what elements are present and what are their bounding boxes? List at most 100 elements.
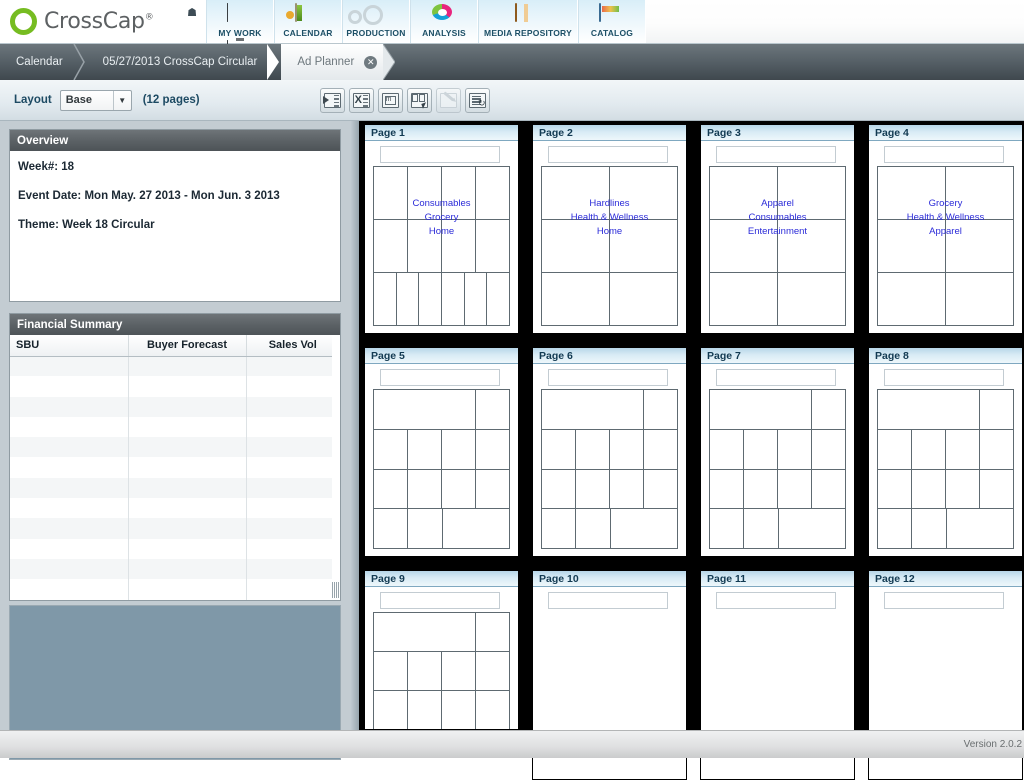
column-header-buyer-forecast[interactable]: Buyer Forecast [128,335,246,356]
page-layout-canvas[interactable] [373,166,510,326]
page-title-input[interactable] [548,369,668,386]
table-row[interactable] [10,498,340,518]
page-layout-cell[interactable] [408,220,442,272]
page-layout-cell[interactable] [610,167,677,219]
table-row[interactable] [10,356,340,376]
page-layout-cell[interactable] [419,273,442,325]
page-layout-cell[interactable] [476,220,509,272]
column-header-sbu[interactable]: SBU [10,335,128,356]
page-layout-cell[interactable] [476,470,509,509]
page-layout-cell[interactable] [442,430,476,469]
page-thumbnail[interactable]: Page 9 [364,570,519,730]
page-layout-cell[interactable] [946,220,1013,272]
column-header-sales-vol[interactable]: Sales Vol [246,335,340,356]
page-title-input[interactable] [548,146,668,163]
page-layout-cell[interactable] [946,470,980,509]
page-layout-cell[interactable] [878,509,912,548]
page-layout-cell[interactable] [476,430,509,469]
nav-item-catalog[interactable]: CATALOG [578,0,646,43]
table-row[interactable] [10,539,340,559]
page-layout-cell[interactable] [374,430,408,469]
page-title-input[interactable] [380,369,500,386]
page-thumbnail[interactable]: Page 1ConsumablesGroceryHome [364,124,519,334]
page-title-input[interactable] [716,369,836,386]
page-layout-cell[interactable] [744,470,778,509]
page-thumbnail[interactable]: Page 2HardlinesHealth & WellnessHome [532,124,687,334]
page-layout-cell[interactable] [542,220,610,272]
page-layout-cell[interactable] [878,167,946,219]
page-layout-cell[interactable] [878,470,912,509]
page-layout-cell[interactable] [542,167,610,219]
page-layout-cell[interactable] [812,390,846,429]
refresh-report-button[interactable]: ↻ [465,88,490,113]
table-row[interactable] [10,457,340,477]
page-title-input[interactable] [716,146,836,163]
page-layout-cell[interactable] [644,470,677,509]
page-layout-cell[interactable] [778,220,845,272]
close-icon[interactable]: ✕ [364,56,377,69]
nav-item-production[interactable]: PRODUCTION [342,0,410,43]
nav-item-calendar[interactable]: CALENDAR [274,0,342,43]
nav-item-analysis[interactable]: ANALYSIS [410,0,478,43]
layout-select[interactable]: Base ▼ [60,90,132,111]
page-layout-canvas[interactable] [541,166,678,326]
page-layout-canvas[interactable] [877,389,1014,549]
page-layout-cell[interactable] [946,273,1013,325]
page-layout-cell[interactable] [442,652,476,690]
select-pages-button[interactable] [407,88,432,113]
page-layout-cell[interactable] [576,430,610,469]
page-layout-cell[interactable] [374,390,476,429]
page-layout-cell[interactable] [374,652,408,690]
page-layout-cell[interactable] [408,470,442,509]
page-layout-cell[interactable] [397,273,420,325]
table-row[interactable] [10,397,340,417]
page-layout-cell[interactable] [442,273,465,325]
page-layout-canvas[interactable] [709,166,846,326]
page-title-input[interactable] [884,146,1004,163]
page-layout-cell[interactable] [442,220,476,272]
page-title-input[interactable] [380,592,500,609]
page-layout-cell[interactable] [542,509,576,548]
page-layout-canvas[interactable] [373,612,510,729]
page-area-scrollbar[interactable] [350,121,359,730]
scrollbar-thumb[interactable] [332,582,340,598]
page-layout-cell[interactable] [542,470,576,509]
page-layout-cell[interactable] [374,167,408,219]
page-layout-cell[interactable] [408,167,442,219]
breadcrumb-item-ad-planner[interactable]: Ad Planner ✕ [281,44,383,80]
page-layout-cell[interactable] [980,470,1013,509]
page-thumbnail[interactable]: Page 5 [364,347,519,557]
page-layout-cell[interactable] [644,430,677,469]
page-layout-cell[interactable] [408,691,442,729]
page-layout-cell[interactable] [778,167,845,219]
nav-item-media-repository[interactable]: MEDIA REPOSITORY [478,0,578,43]
page-layout-cell[interactable] [374,273,397,325]
page-layout-cell[interactable] [980,390,1014,429]
page-layout-cell[interactable] [442,691,476,729]
page-layout-cell[interactable] [611,509,678,548]
page-layout-canvas[interactable] [709,389,846,549]
page-layout-cell[interactable] [442,167,476,219]
page-layout-cell[interactable] [812,430,845,469]
page-layout-cell[interactable] [779,509,846,548]
page-layout-cell[interactable] [465,273,488,325]
page-layout-canvas[interactable] [541,389,678,549]
page-layout-cell[interactable] [878,220,946,272]
page-layout-cell[interactable] [374,509,408,548]
page-layout-cell[interactable] [980,430,1013,469]
page-thumbnail[interactable]: Page 6 [532,347,687,557]
page-layout-cell[interactable] [442,470,476,509]
page-title-input[interactable] [716,592,836,609]
page-thumbnail[interactable]: Page 4GroceryHealth & WellnessApparel [868,124,1023,334]
page-layout-cell[interactable] [487,273,509,325]
page-layout-cell[interactable] [476,691,509,729]
page-layout-cell[interactable] [710,470,744,509]
page-thumbnail[interactable]: Page 8 [868,347,1023,557]
page-layout-cell[interactable] [710,390,812,429]
page-layout-canvas[interactable] [373,389,510,549]
page-layout-cell[interactable] [912,430,946,469]
page-layout-cell[interactable] [710,430,744,469]
page-layout-cell[interactable] [778,430,812,469]
table-row[interactable] [10,376,340,396]
page-layout-cell[interactable] [878,430,912,469]
